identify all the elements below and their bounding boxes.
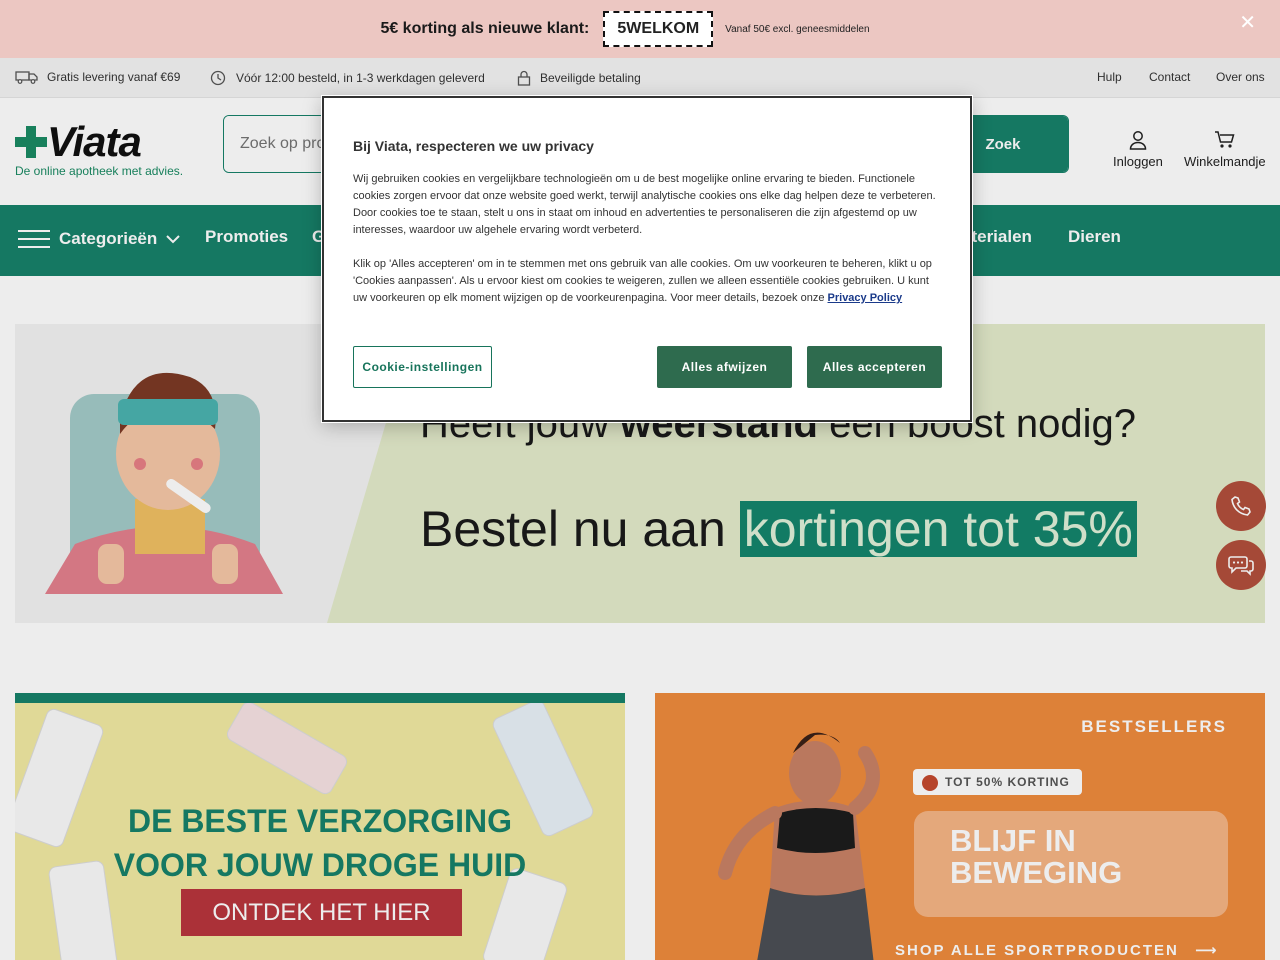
privacy-policy-link[interactable]: Privacy Policy xyxy=(828,292,903,304)
cookie-dialog-text-2: Klik op 'Alles accepteren' om in te stem… xyxy=(353,256,941,307)
cookie-dialog-text: Wij gebruiken cookies en vergelijkbare t… xyxy=(353,173,936,236)
cookie-dialog-title: Bij Viata, respecteren we uw privacy xyxy=(353,138,594,154)
promo-note: Vanaf 50€ excl. geneesmiddelen xyxy=(725,23,870,35)
promo-code[interactable]: 5WELKOM xyxy=(603,11,714,47)
cookie-settings-button[interactable]: Cookie-instellingen xyxy=(353,346,492,388)
cookie-consent-dialog: Bij Viata, respecteren we uw privacy Wij… xyxy=(322,96,972,422)
promo-bar: 5€ korting als nieuwe klant: 5WELKOM Van… xyxy=(0,0,1280,58)
close-icon[interactable]: ✕ xyxy=(1239,10,1256,35)
promo-text: 5€ korting als nieuwe klant: xyxy=(380,20,590,37)
accept-all-button[interactable]: Alles accepteren xyxy=(807,346,942,388)
reject-all-button[interactable]: Alles afwijzen xyxy=(657,346,792,388)
